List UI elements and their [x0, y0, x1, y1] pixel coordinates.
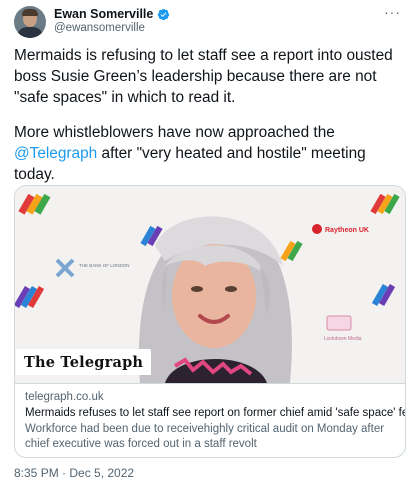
card-source-label: The Telegraph [16, 349, 152, 375]
author-handle[interactable]: @ewansomerville [54, 22, 145, 34]
tweet-timestamp[interactable]: 8:35 PM · Dec 5, 2022 [14, 466, 134, 480]
backdrop-logo-text: Lockdown Media [324, 336, 362, 342]
card-title[interactable]: Mermaids refuses to let staff see report… [25, 407, 405, 419]
card-divider [15, 383, 405, 384]
tweet-text-paragraph-1: Mermaids is refusing to let staff see a … [14, 47, 393, 106]
author-name[interactable]: Ewan Somerville [54, 7, 153, 21]
verified-badge-icon [158, 8, 170, 20]
card-description: Workforce had been due to receivehighly … [25, 423, 385, 450]
tweet: Ewan Somerville @ewansomerville ··· Merm… [0, 0, 417, 484]
author-avatar[interactable] [14, 6, 46, 38]
link-preview-card[interactable]: THE BANK OF LONDON Raytheon UK Lockdown … [14, 185, 406, 458]
backdrop-logo-text: Raytheon UK [325, 227, 369, 234]
more-horizontal-icon[interactable]: ··· [384, 4, 401, 20]
tweet-text-part: More whistleblowers have now approached … [14, 124, 335, 141]
author-name-row[interactable]: Ewan Somerville [54, 6, 170, 22]
card-domain: telegraph.co.uk [25, 391, 104, 403]
backdrop-logo-text: THE BANK OF LONDON [79, 263, 130, 268]
tweet-text-paragraph-2: More whistleblowers have now approached … [14, 122, 406, 185]
article-photo: THE BANK OF LONDON Raytheon UK Lockdown … [15, 186, 405, 383]
portrait [138, 216, 292, 383]
mention-link[interactable]: @Telegraph [14, 145, 97, 162]
